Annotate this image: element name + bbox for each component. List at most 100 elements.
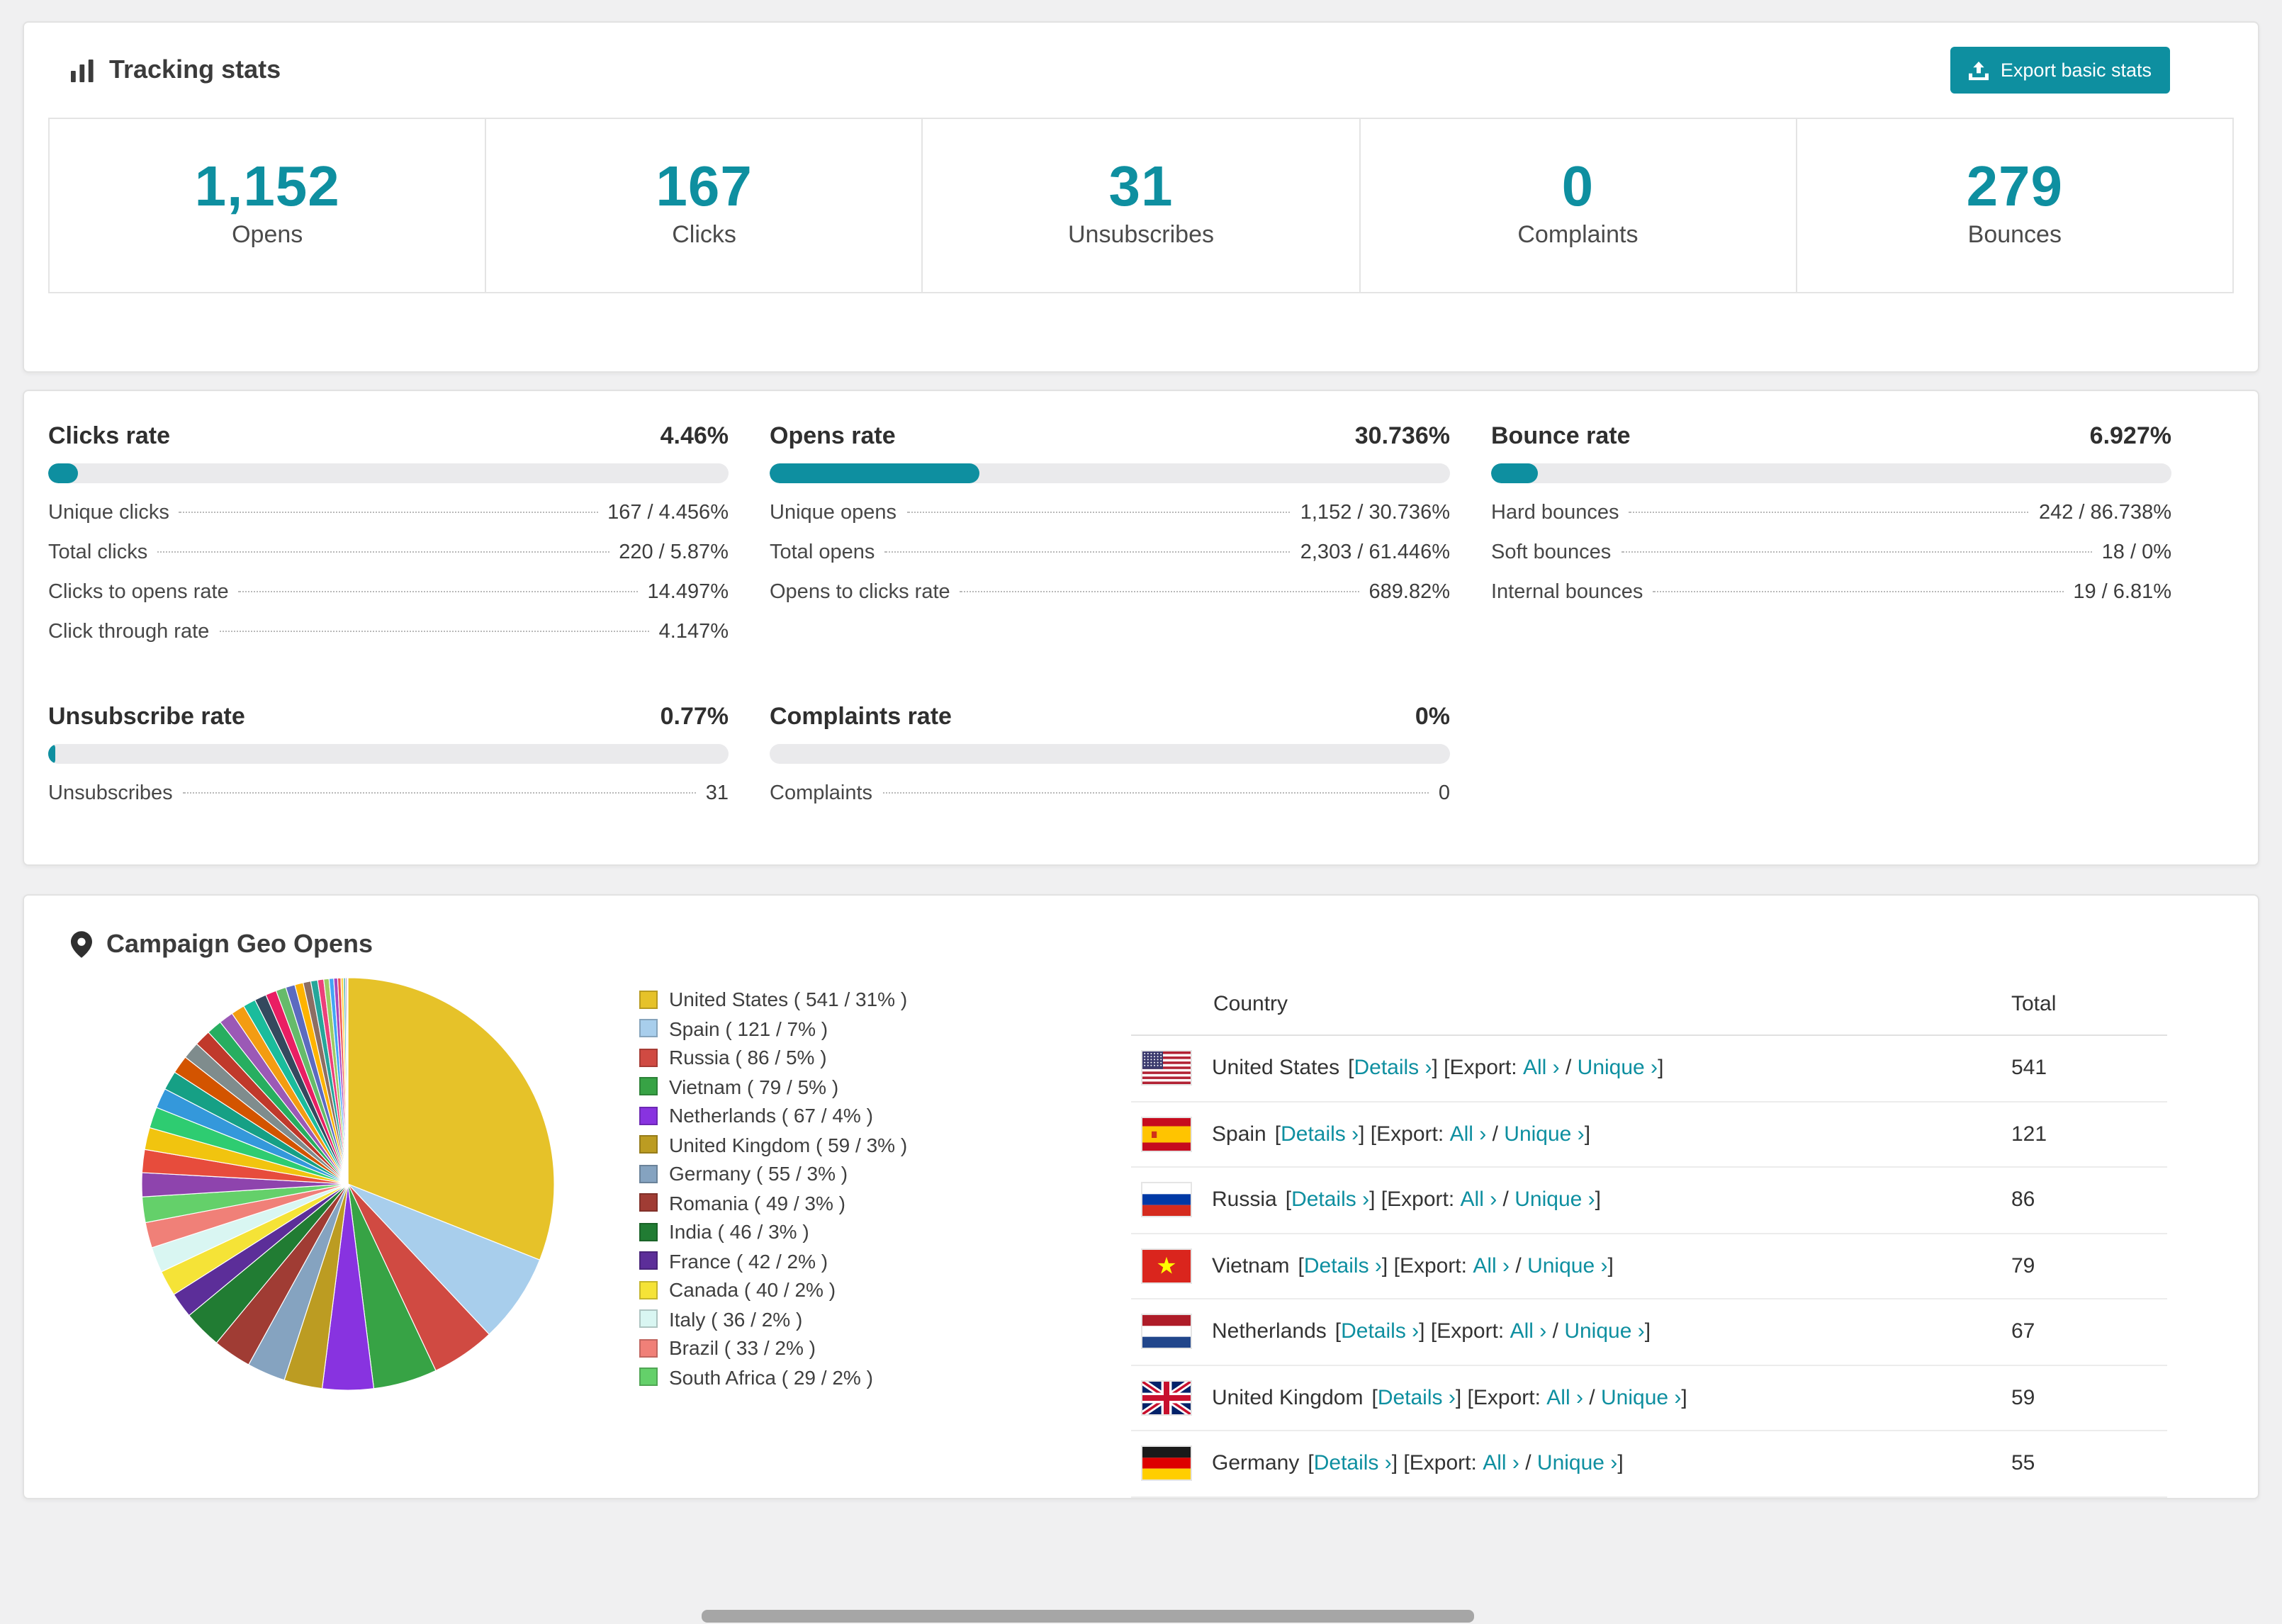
- geo-opens-title: Campaign Geo Opens: [71, 930, 2234, 959]
- details-link[interactable]: Details ›: [1341, 1320, 1419, 1344]
- legend-item[interactable]: United States ( 541 / 31% ): [639, 985, 1067, 1014]
- legend-item[interactable]: France ( 42 / 2% ): [639, 1246, 1067, 1275]
- legend-item[interactable]: Spain ( 121 / 7% ): [639, 1014, 1067, 1043]
- stat-boxes: 1,152 Opens 167 Clicks 31 Unsubscribes 0…: [48, 118, 2235, 293]
- rate-row-label: Unsubscribes: [48, 782, 173, 805]
- country-total: 67: [2011, 1319, 2035, 1344]
- legend-item[interactable]: Netherlands ( 67 / 4% ): [639, 1101, 1067, 1130]
- rate-row: Complaints 0: [770, 782, 1450, 822]
- rate-title: Bounce rate: [1491, 422, 1631, 449]
- country-total: 59: [2011, 1385, 2035, 1410]
- export-all-link[interactable]: All ›: [1450, 1122, 1487, 1146]
- export-all-link[interactable]: All ›: [1546, 1386, 1583, 1410]
- legend-item[interactable]: Romania ( 49 / 3% ): [639, 1188, 1067, 1217]
- export-all-link[interactable]: All ›: [1510, 1320, 1547, 1344]
- rate-row-label: Hard bounces: [1491, 502, 1619, 524]
- stat-label: Complaints: [1517, 221, 1639, 248]
- map-pin-icon: [71, 931, 92, 958]
- legend-swatch: [639, 1309, 658, 1329]
- country-links: [Details ›] [Export: All › / Unique ›]: [1334, 1319, 1651, 1344]
- table-row: Vietnam [Details ›] [Export: All › / Uni…: [1131, 1234, 2167, 1299]
- legend-label: Vietnam ( 79 / 5% ): [669, 1075, 839, 1098]
- rate-row-value: 14.497%: [647, 581, 729, 604]
- country-name: United Kingdom: [1212, 1385, 1364, 1410]
- geo-table-body: United States [Details ›] [Export: All ›…: [1131, 1036, 2167, 1497]
- rate-row-label: Unique opens: [770, 502, 896, 524]
- country-links: [Details ›] [Export: All › / Unique ›]: [1274, 1122, 1591, 1146]
- export-unique-link[interactable]: Unique ›: [1578, 1056, 1658, 1081]
- stat-box: 0 Complaints: [1359, 118, 1797, 293]
- column-header-total: Total: [2011, 992, 2057, 1016]
- rate-rows: Unsubscribes 31: [48, 782, 729, 822]
- details-link[interactable]: Details ›: [1304, 1254, 1382, 1278]
- legend-item[interactable]: Italy ( 36 / 2% ): [639, 1304, 1067, 1333]
- rate-row-label: Soft bounces: [1491, 541, 1612, 564]
- dotted-leader: [1653, 591, 2064, 592]
- export-all-link[interactable]: All ›: [1461, 1188, 1497, 1212]
- rate-row: Opens to clicks rate 689.82%: [770, 581, 1450, 621]
- legend-item[interactable]: South Africa ( 29 / 2% ): [639, 1363, 1067, 1392]
- export-unique-link[interactable]: Unique ›: [1504, 1122, 1584, 1146]
- legend-item[interactable]: Germany ( 55 / 3% ): [639, 1159, 1067, 1188]
- export-basic-stats-button[interactable]: Export basic stats: [1950, 47, 2170, 94]
- export-all-link[interactable]: All ›: [1483, 1452, 1519, 1476]
- export-all-link[interactable]: All ›: [1473, 1254, 1510, 1278]
- rate-progress-fill: [770, 463, 979, 483]
- geo-opens-title-text: Campaign Geo Opens: [106, 930, 373, 958]
- country-flag-icon: [1142, 1051, 1191, 1085]
- country-flag-icon: [1142, 1381, 1191, 1414]
- export-all-link[interactable]: All ›: [1523, 1056, 1560, 1081]
- export-unique-link[interactable]: Unique ›: [1537, 1452, 1617, 1476]
- rate-block: Complaints rate 0% Complaints 0: [770, 703, 1450, 822]
- export-unique-link[interactable]: Unique ›: [1527, 1254, 1607, 1278]
- details-link[interactable]: Details ›: [1354, 1056, 1432, 1081]
- details-link[interactable]: Details ›: [1291, 1188, 1369, 1212]
- rate-row-value: 19 / 6.81%: [2073, 581, 2171, 604]
- rate-header: Complaints rate 0%: [770, 703, 1450, 731]
- export-unique-link[interactable]: Unique ›: [1564, 1320, 1644, 1344]
- rate-row-value: 242 / 86.738%: [2038, 502, 2171, 524]
- legend-label: Brazil ( 33 / 2% ): [669, 1336, 816, 1360]
- legend-label: France ( 42 / 2% ): [669, 1249, 828, 1273]
- rate-progress-fill: [48, 744, 56, 764]
- legend-swatch: [639, 1193, 658, 1212]
- rate-row-value: 4.147%: [658, 621, 729, 643]
- legend-item[interactable]: Vietnam ( 79 / 5% ): [639, 1072, 1067, 1101]
- export-label: Export:: [1409, 1451, 1477, 1476]
- rate-rows: Complaints 0: [770, 782, 1450, 822]
- country-flag-icon: [1142, 1183, 1191, 1217]
- legend-item[interactable]: Russia ( 86 / 5% ): [639, 1043, 1067, 1072]
- dotted-leader: [182, 792, 696, 794]
- table-row: Spain [Details ›] [Export: All › / Uniqu…: [1131, 1102, 2167, 1168]
- legend-item[interactable]: Canada ( 40 / 2% ): [639, 1275, 1067, 1304]
- geo-table-header: Country Total: [1131, 975, 2167, 1036]
- details-link[interactable]: Details ›: [1314, 1452, 1392, 1476]
- rate-row: Unsubscribes 31: [48, 782, 729, 822]
- legend-item[interactable]: Brazil ( 33 / 2% ): [639, 1333, 1067, 1363]
- stat-box: 1,152 Opens: [48, 118, 487, 293]
- rate-row-label: Opens to clicks rate: [770, 581, 950, 604]
- rate-block: Bounce rate 6.927% Hard bounces 242 / 86…: [1491, 422, 2171, 660]
- export-unique-link[interactable]: Unique ›: [1514, 1188, 1595, 1212]
- horizontal-scrollbar-thumb[interactable]: [702, 1610, 1474, 1623]
- country-cell: Spain [Details ›] [Export: All › / Uniqu…: [1131, 1117, 2011, 1151]
- legend-item[interactable]: United Kingdom ( 59 / 3% ): [639, 1130, 1067, 1159]
- rate-row: Unique clicks 167 / 4.456%: [48, 502, 729, 541]
- dotted-leader: [960, 591, 1359, 592]
- legend-item[interactable]: India ( 46 / 3% ): [639, 1217, 1067, 1246]
- country-name: Russia: [1212, 1188, 1277, 1212]
- export-unique-link[interactable]: Unique ›: [1601, 1386, 1681, 1410]
- export-icon: [1969, 60, 1989, 80]
- details-link[interactable]: Details ›: [1378, 1386, 1456, 1410]
- rate-block: Opens rate 30.736% Unique opens 1,152 / …: [770, 422, 1450, 660]
- rate-header: Opens rate 30.736%: [770, 422, 1450, 451]
- country-total: 55: [2011, 1451, 2035, 1476]
- table-row: United States [Details ›] [Export: All ›…: [1131, 1036, 2167, 1102]
- legend-swatch: [639, 1338, 658, 1358]
- legend-swatch: [639, 1222, 658, 1241]
- stat-value: 0: [1561, 156, 1595, 218]
- details-link[interactable]: Details ›: [1281, 1122, 1359, 1146]
- dotted-leader: [882, 792, 1429, 794]
- rate-progress-fill: [48, 463, 79, 483]
- geo-content: United States ( 541 / 31% ) Spain ( 121 …: [48, 975, 2234, 1497]
